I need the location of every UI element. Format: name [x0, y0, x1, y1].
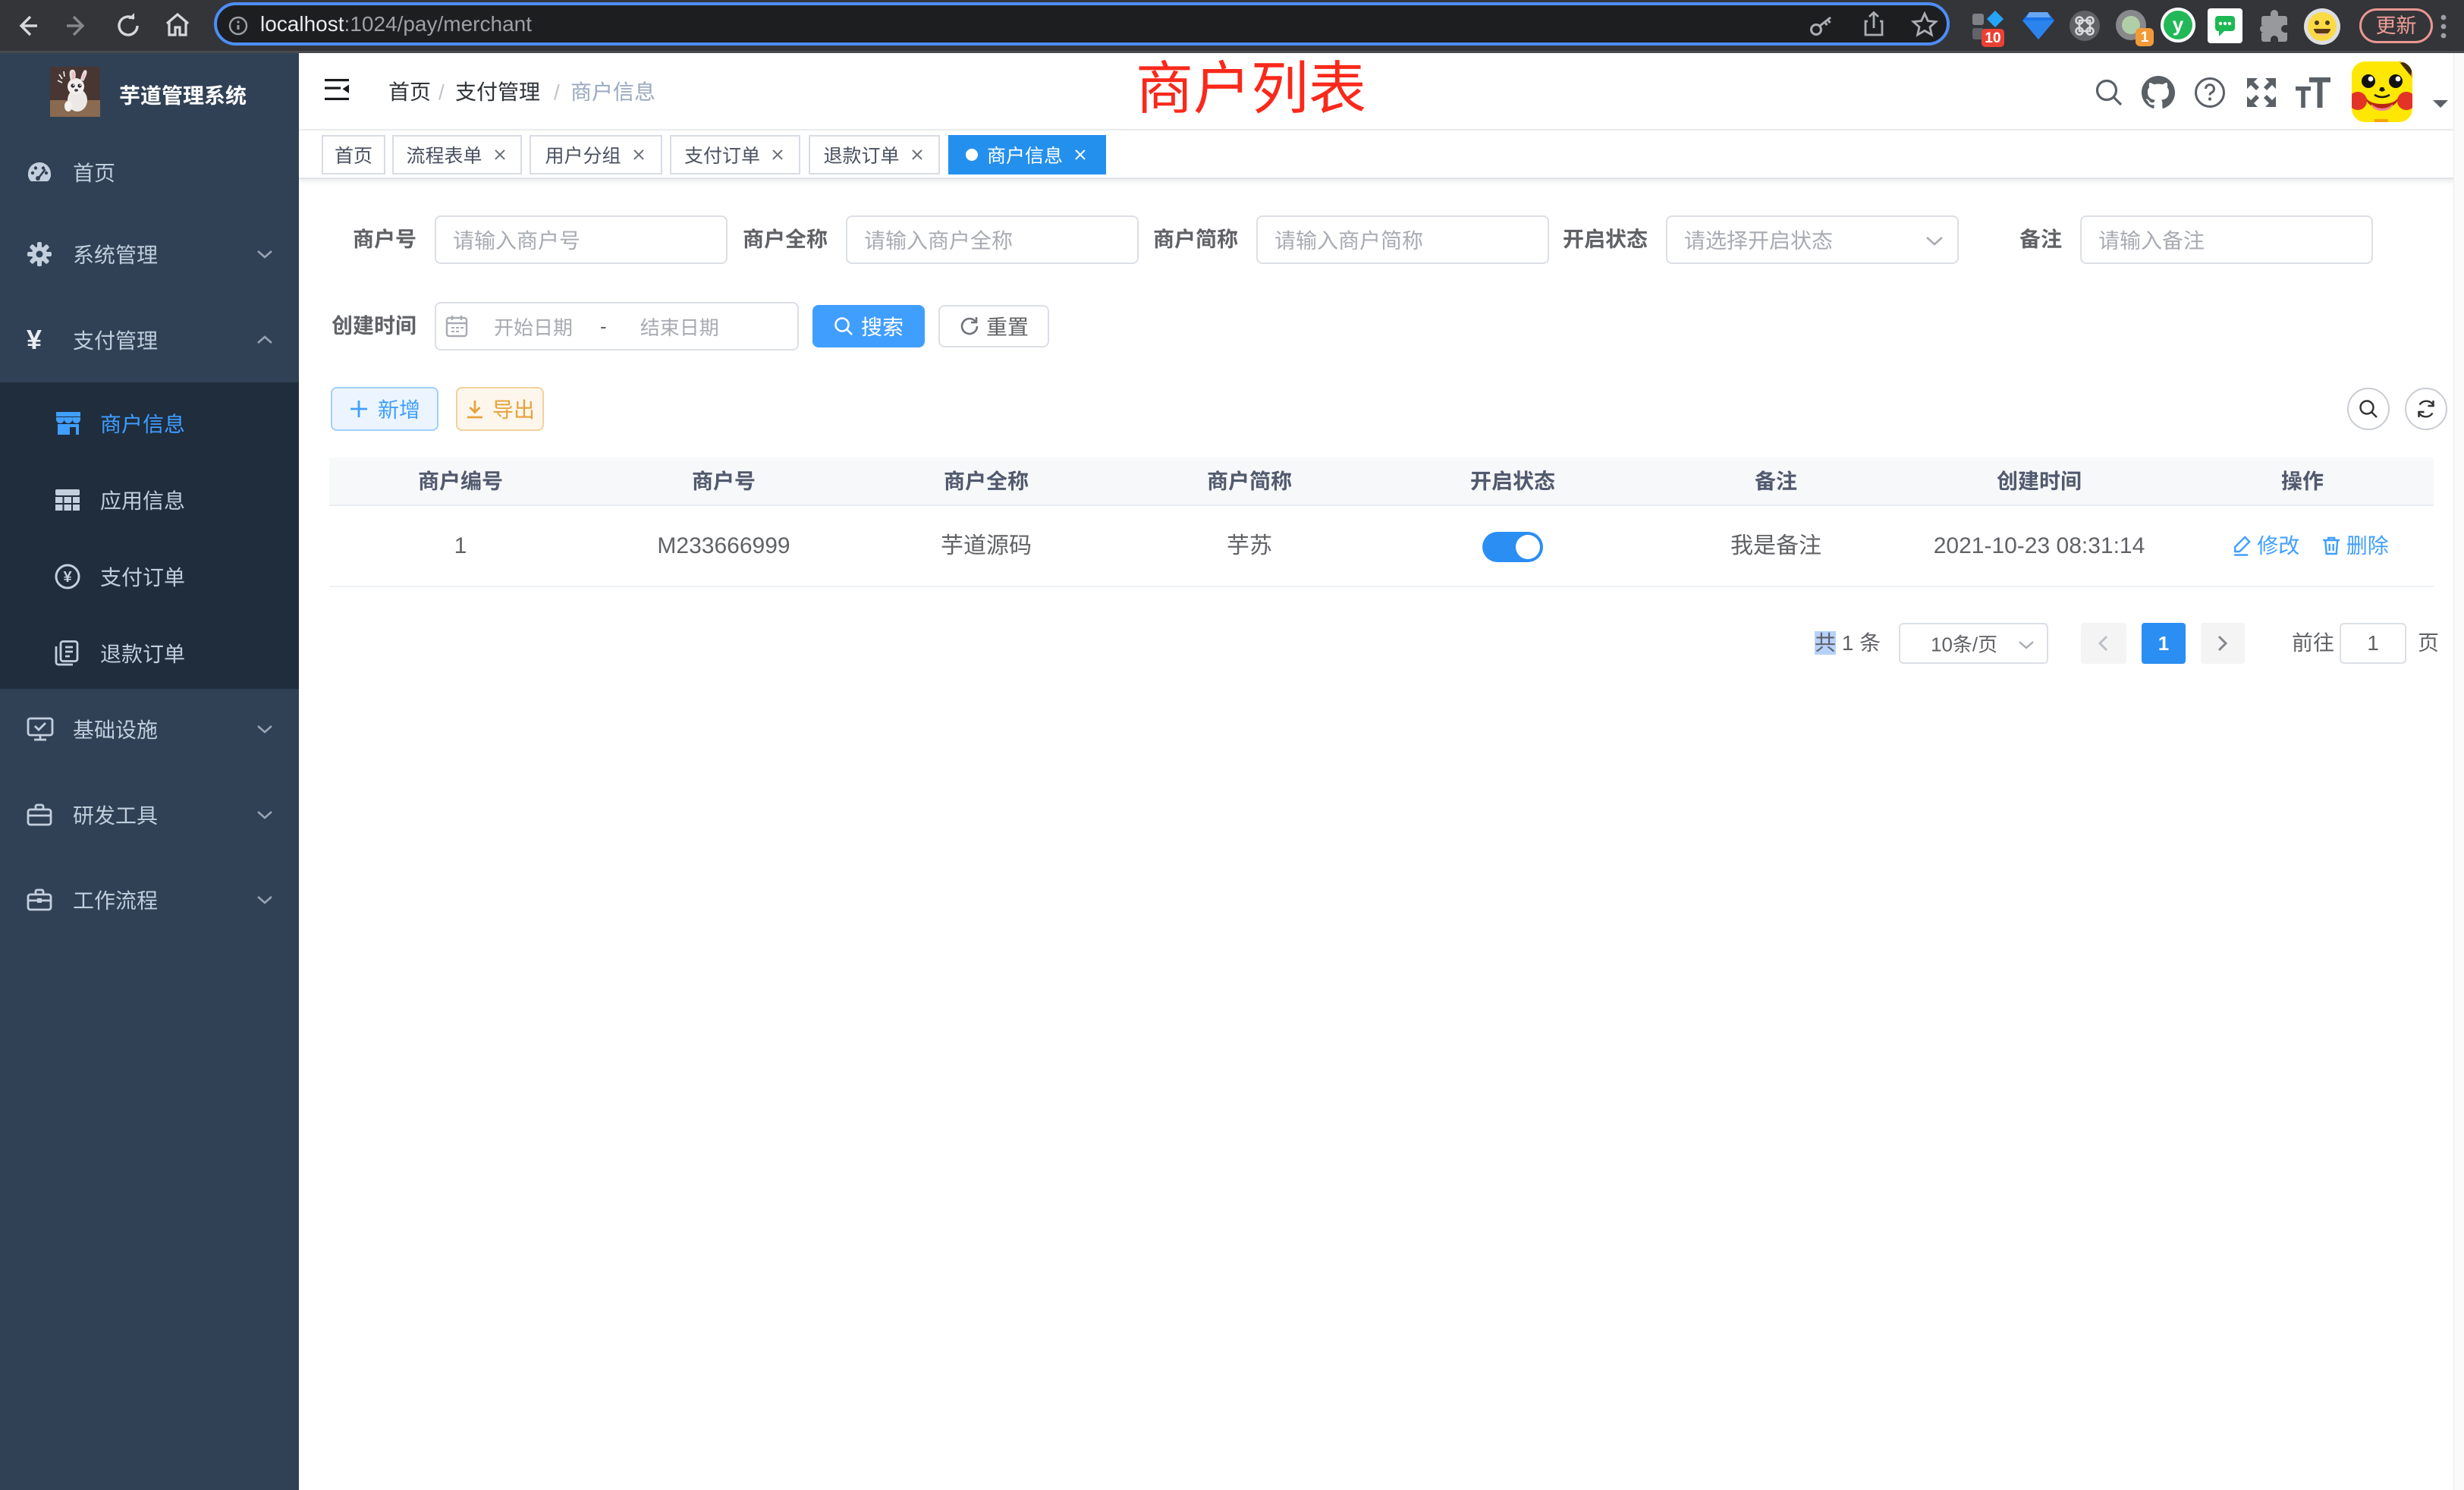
- svg-text:1: 1: [2141, 30, 2149, 46]
- svg-text:10: 10: [1985, 30, 2000, 46]
- svg-text:¥: ¥: [63, 569, 72, 586]
- svg-text:y: y: [2173, 13, 2184, 36]
